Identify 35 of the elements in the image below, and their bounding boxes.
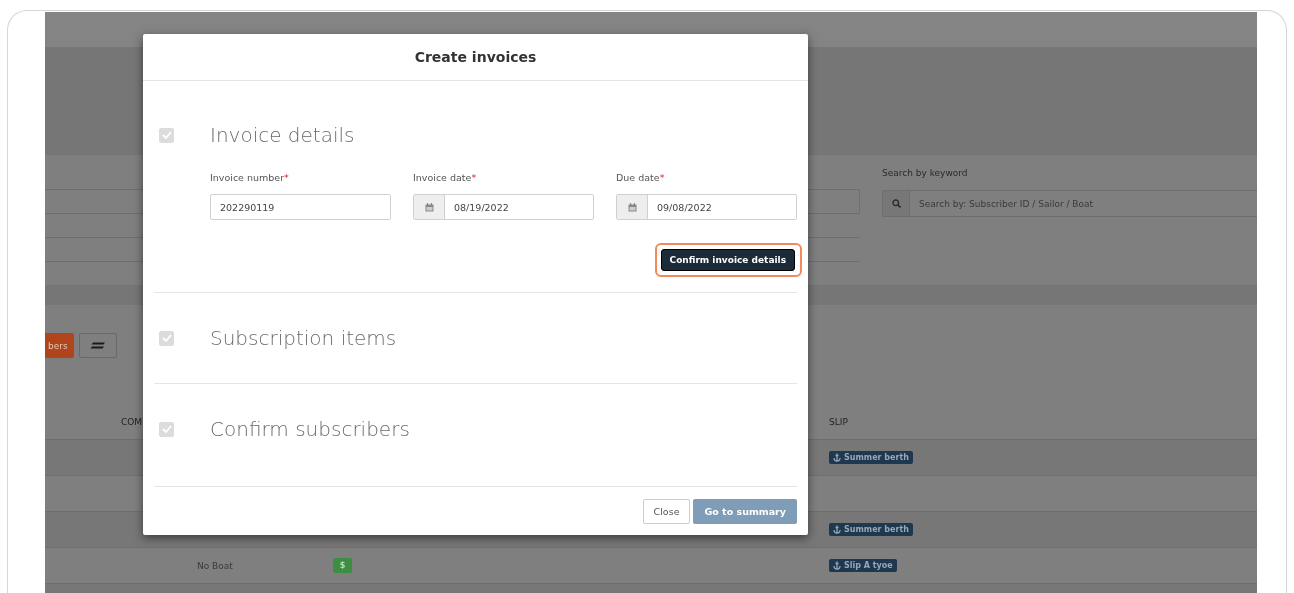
input-field[interactable]: 09/08/2022: [616, 194, 797, 220]
calendar-icon: [627, 202, 637, 212]
calendar-icon: [424, 202, 434, 212]
column-header: SLIP: [829, 417, 848, 427]
search-label: Search by keyword: [882, 167, 969, 179]
anchor-icon: [833, 453, 841, 462]
stripes-icon: [89, 342, 106, 349]
step-checkbox[interactable]: [159, 421, 174, 437]
input-field[interactable]: 202290119: [210, 194, 391, 220]
dialog-title: Create invoices: [143, 34, 808, 81]
subscribers-button[interactable]: bers: [45, 333, 74, 358]
check-icon: [161, 131, 172, 139]
confirm-button[interactable]: Confirm invoice details: [660, 249, 795, 271]
step-title: Subscription items: [210, 326, 397, 350]
check-icon: [161, 425, 172, 433]
close-button[interactable]: Close: [642, 498, 691, 524]
slip-tag: Summer berth: [829, 451, 913, 464]
search-icon: [891, 199, 901, 208]
field-label: Invoice date*: [413, 172, 478, 184]
step-title: Confirm subscribers: [210, 417, 410, 441]
slip-tag: Slip A tyoe: [829, 559, 897, 572]
step-checkbox[interactable]: [159, 127, 174, 143]
input-field[interactable]: 08/19/2022: [413, 194, 594, 220]
slip-tag: Summer berth: [829, 523, 913, 536]
step-title: Invoice details: [210, 123, 355, 147]
field-label: Invoice number*: [210, 172, 290, 184]
step-checkbox[interactable]: [159, 330, 174, 346]
table-cell: No Boat: [197, 560, 233, 571]
payment-badge: $: [333, 558, 352, 573]
anchor-icon: [833, 525, 841, 534]
field-label: Due date*: [616, 172, 666, 184]
anchor-icon: [833, 561, 841, 570]
check-icon: [161, 334, 172, 342]
toolbar-icon-button[interactable]: [78, 333, 117, 358]
column-header: COM: [121, 417, 143, 427]
